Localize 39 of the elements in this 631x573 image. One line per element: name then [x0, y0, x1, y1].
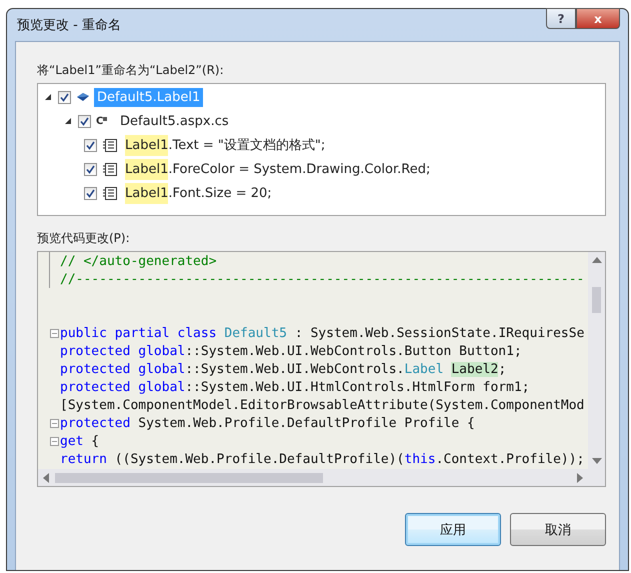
tree-item[interactable]: Label1.Font.Size = 20;: [122, 184, 275, 202]
horizontal-scrollbar[interactable]: [38, 469, 605, 486]
vertical-scrollbar[interactable]: [588, 252, 605, 469]
field-icon: [76, 91, 90, 103]
code-line: public partial class Default5 : System.Web.SessionState.IRequiresSe: [60, 326, 584, 340]
scroll-up-icon[interactable]: [592, 257, 602, 263]
code-line: return ((System.Web.Profile.DefaultProfile)(this.Context.Profile));: [60, 452, 584, 466]
code-line: protected global::System.Web.UI.WebControls.Label Label2;: [60, 362, 506, 376]
checkbox[interactable]: [84, 138, 97, 152]
checkbox[interactable]: [78, 114, 91, 128]
code-line: protected global::System.Web.UI.WebControls.Button Button1;: [60, 344, 522, 358]
rename-label: 将“Label1”重命名为“Label2”(R):: [37, 62, 225, 79]
help-button[interactable]: ?: [546, 8, 576, 29]
document-lines-icon: [102, 162, 118, 176]
document-lines-icon: [102, 138, 118, 152]
checkbox[interactable]: [84, 186, 97, 200]
apply-button[interactable]: 应用: [405, 513, 501, 546]
collapse-icon[interactable]: [50, 328, 59, 338]
code-line: get {: [60, 434, 100, 448]
code-line: protected global::System.Web.UI.HtmlControls.HtmlForm form1;: [60, 380, 530, 394]
close-button[interactable]: x: [576, 8, 620, 29]
preview-label: 预览代码更改(P):: [37, 230, 131, 247]
code-line: [System.ComponentModel.EditorBrowsableAttribute(System.ComponentMod: [60, 398, 584, 412]
code-line: // </auto-generated>: [60, 254, 217, 268]
tree-item[interactable]: Label1.ForeColor = System.Drawing.Color.Red;: [122, 160, 434, 178]
checkbox[interactable]: [84, 162, 97, 176]
scroll-right-icon[interactable]: [577, 472, 583, 482]
cancel-button[interactable]: 取消: [510, 513, 606, 546]
document-lines-icon: [102, 186, 118, 200]
checkbox[interactable]: [58, 90, 71, 104]
scroll-left-icon[interactable]: [43, 472, 49, 482]
window-title: 预览更改 - 重命名: [16, 17, 121, 34]
tree-item[interactable]: Label1.Text = "设置文档的格式";: [122, 134, 328, 156]
tree-item[interactable]: Default5.aspx.cs: [117, 112, 232, 130]
scrollbar-thumb[interactable]: [592, 287, 601, 313]
code-line: //-----------------------------------------------------------------: [60, 272, 584, 286]
code-line: protected System.Web.Profile.DefaultProfile Profile {: [60, 416, 475, 430]
scrollbar-thumb[interactable]: [55, 472, 323, 482]
scroll-down-icon[interactable]: [592, 458, 602, 464]
